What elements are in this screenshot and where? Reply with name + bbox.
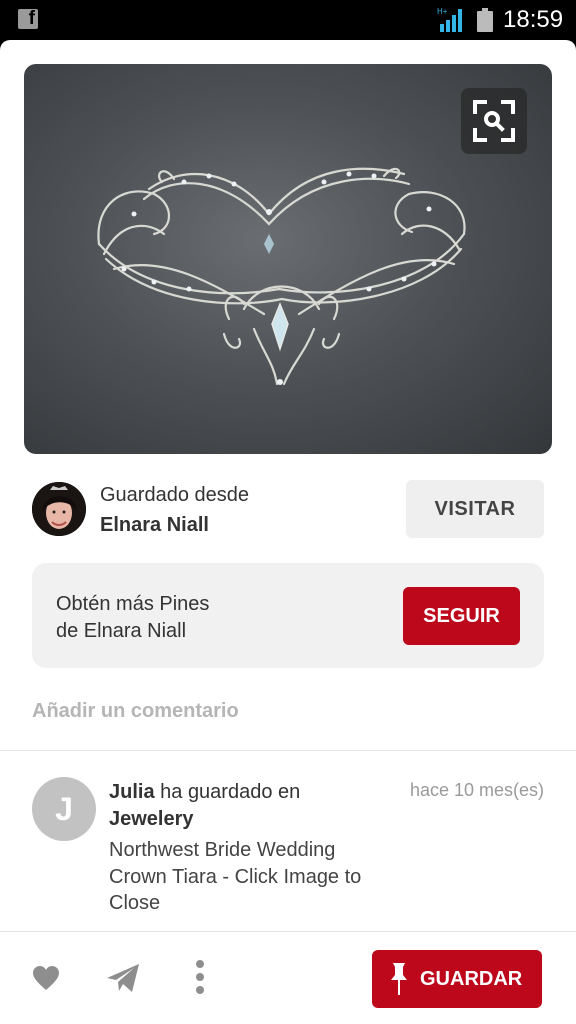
more-vertical-icon[interactable]	[191, 959, 209, 995]
activity-item: J Julia ha guardado en Jewelery Northwes…	[32, 777, 544, 927]
follow-text-line1: Obtén más Pines	[56, 593, 210, 615]
send-icon[interactable]	[106, 963, 140, 993]
follow-button[interactable]: SEGUIR	[403, 587, 520, 645]
pin-image[interactable]	[24, 64, 552, 454]
source-row: Guardado desde Elnara Niall VISITAR	[32, 480, 544, 540]
follow-text: Obtén más Pines de Elnara Niall	[56, 591, 296, 645]
source-avatar[interactable]	[32, 482, 86, 536]
avatar-photo	[32, 482, 86, 536]
add-comment-input[interactable]: Añadir un comentario	[32, 700, 239, 723]
activity-board[interactable]: Jewelery	[109, 808, 194, 831]
activity-time: hace 10 mes(es)	[409, 780, 544, 800]
save-button[interactable]: GUARDAR	[372, 950, 542, 1008]
activity-user[interactable]: Julia	[109, 781, 155, 803]
saved-from-label: Guardado desde	[100, 484, 250, 506]
facebook-notification-icon: f	[18, 8, 38, 29]
pushpin-icon	[391, 963, 407, 995]
visual-search-icon	[473, 100, 515, 142]
svg-text:H+: H+	[437, 7, 448, 16]
user-avatar[interactable]: J	[32, 777, 96, 841]
follow-text-line2: de Elnara Niall	[56, 620, 187, 642]
battery-icon	[477, 8, 493, 32]
status-bar: f H+ 18:59	[0, 0, 576, 40]
activity-headline: Julia ha guardado en	[109, 781, 300, 804]
pin-description: Northwest Bride Wedding Crown Tiara - Cl…	[109, 839, 362, 914]
action-bar: GUARDAR	[0, 931, 576, 1024]
activity-action: ha guardado en	[154, 781, 301, 803]
heart-icon[interactable]	[32, 965, 60, 991]
follow-card: Obtén más Pines de Elnara Niall SEGUIR	[32, 563, 544, 668]
save-button-label: GUARDAR	[420, 968, 523, 990]
divider	[0, 750, 576, 751]
pin-sheet: Guardado desde Elnara Niall VISITAR Obté…	[0, 40, 576, 1024]
source-name[interactable]: Elnara Niall	[100, 514, 209, 537]
visual-search-button[interactable]	[461, 88, 527, 154]
clock: 18:59	[503, 6, 564, 33]
signal-icon: H+	[437, 7, 462, 32]
visit-button[interactable]: VISITAR	[406, 480, 544, 538]
